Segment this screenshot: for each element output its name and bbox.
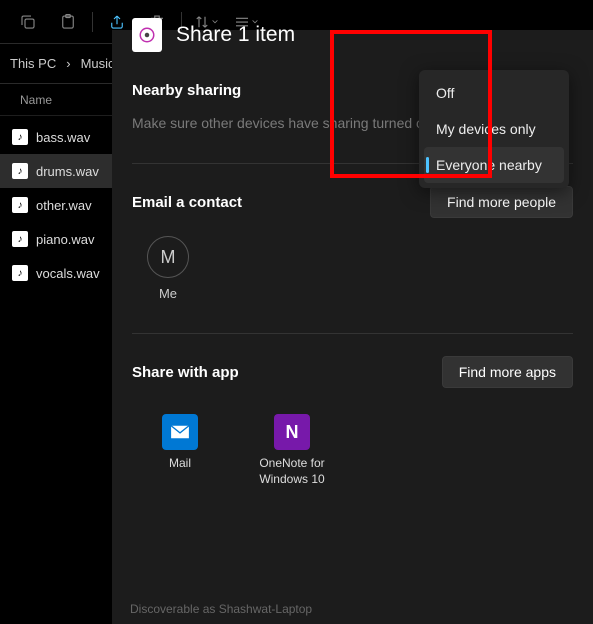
paste-button[interactable] [48,2,88,42]
contact-label: Me [159,286,177,301]
audio-file-icon: ♪ [12,163,28,179]
nearby-sharing-dropdown: Off My devices only Everyone nearby [419,70,569,188]
document-icon [132,18,162,52]
file-name: other.wav [36,198,92,213]
dropdown-option-off[interactable]: Off [424,75,564,111]
app-mail[interactable]: Mail [140,414,220,487]
breadcrumb-folder[interactable]: Music [81,56,115,71]
more-options-button[interactable] [296,0,336,2]
nearby-sharing-title: Nearby sharing [132,82,241,99]
dropdown-option-my-devices[interactable]: My devices only [424,111,564,147]
audio-file-icon: ♪ [12,129,28,145]
dropdown-option-everyone[interactable]: Everyone nearby [424,147,564,183]
share-panel: Share 1 item Nearby sharing Make sure ot… [112,30,593,624]
share-header: Share 1 item [112,2,593,60]
app-label: OneNote for Windows 10 [252,456,332,487]
app-label: Mail [169,456,191,472]
separator [92,12,93,32]
file-name: vocals.wav [36,266,100,281]
breadcrumb-root[interactable]: This PC [10,56,56,71]
file-name: piano.wav [36,232,95,247]
column-name[interactable]: Name [20,93,52,107]
file-name: bass.wav [36,130,90,145]
email-section-title: Email a contact [132,194,242,211]
chevron-right-icon: › [66,56,70,71]
file-name: drums.wav [36,164,99,179]
apps-row: Mail N OneNote for Windows 10 [112,398,593,487]
find-more-people-button[interactable]: Find more people [430,186,573,218]
breadcrumb[interactable]: This PC › Music [0,56,125,71]
apps-section: Share with app Find more apps [112,334,593,388]
onenote-icon: N [274,414,310,450]
share-title: Share 1 item [176,23,295,47]
avatar: M [147,236,189,278]
app-onenote[interactable]: N OneNote for Windows 10 [252,414,332,487]
copy-button[interactable] [8,2,48,42]
apps-section-title: Share with app [132,364,239,381]
discoverable-footer: Discoverable as Shashwat-Laptop [130,602,312,616]
audio-file-icon: ♪ [12,231,28,247]
find-more-apps-button[interactable]: Find more apps [442,356,573,388]
audio-file-icon: ♪ [12,197,28,213]
audio-file-icon: ♪ [12,265,28,281]
contact-me[interactable]: M Me [132,236,204,301]
mail-icon [162,414,198,450]
